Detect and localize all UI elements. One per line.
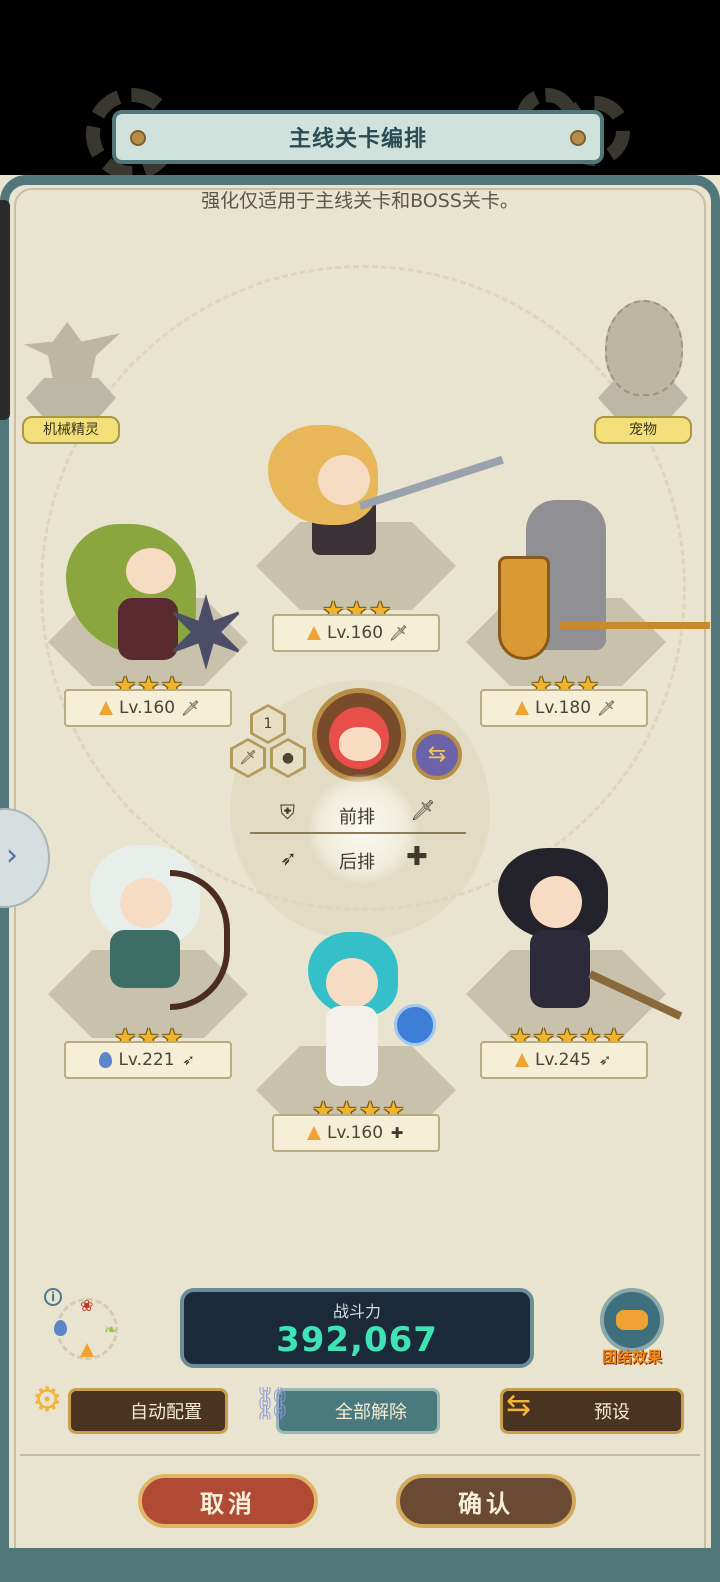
release-all-label: 全部解除 <box>335 1402 407 1423</box>
water-element-icon <box>54 1320 70 1336</box>
auto-configure-label: 自动配置 <box>130 1402 202 1423</box>
shield-row-icon: ⛨ <box>280 800 295 824</box>
swap-arrows-icon: ⇆ <box>506 1388 532 1423</box>
plus-row-icon: ✚ <box>406 842 428 872</box>
sword-role-icon: 🗡 <box>181 699 201 717</box>
hero-face <box>126 548 176 594</box>
hero-level: Lv.160 <box>326 1123 384 1143</box>
water-orb-icon <box>394 1004 436 1046</box>
rivet-icon <box>570 130 586 146</box>
shield-icon <box>498 556 550 660</box>
water-element-icon <box>99 1052 113 1068</box>
front-row-label: 前排 <box>339 807 375 828</box>
mech-slot-base <box>26 378 116 418</box>
bow-role-icon: ➶ <box>598 1051 612 1069</box>
swap-button[interactable]: ⇆ <box>412 730 462 780</box>
hero-level-box: Lv.160 ✚ <box>272 1114 440 1152</box>
bow-role-icon: ➶ <box>182 1051 195 1069</box>
fire-element-icon <box>98 701 113 715</box>
fire-element-icon <box>514 1053 529 1067</box>
hero-level: Lv.180 <box>534 698 592 718</box>
back-row-label: 后排 <box>339 852 375 873</box>
gear-moon-icon: ⚙ <box>32 1380 63 1420</box>
row-divider <box>250 832 466 834</box>
cancel-label: 取消 <box>200 1489 256 1518</box>
hero-level-box: Lv.245 ➶ <box>480 1041 648 1079</box>
hero-level-box: Lv.180 🗡 <box>480 689 648 727</box>
fire-element-icon <box>306 626 321 640</box>
pet-egg-silhouette-icon <box>605 300 683 396</box>
cancel-button[interactable]: 取消 <box>138 1474 318 1528</box>
bottom-band <box>0 1548 720 1582</box>
hero-face <box>530 876 582 928</box>
hero-face <box>318 455 370 505</box>
sword-row-icon: 🗡 <box>410 798 436 822</box>
pet-slot-label: 宠物 <box>594 416 692 444</box>
hero-level: Lv.160 <box>118 698 176 718</box>
fire-element-icon <box>514 701 529 715</box>
combat-power-label: 战斗力 <box>332 1302 381 1321</box>
combat-power-value: 392,067 <box>276 1320 438 1360</box>
side-strip <box>0 200 10 420</box>
spear-icon <box>560 622 710 629</box>
fire-element-icon <box>80 1342 96 1358</box>
mech-slot-label: 机械精灵 <box>22 416 120 444</box>
page-title: 主线关卡编排 <box>288 127 427 152</box>
leader-number: 1 <box>253 707 283 741</box>
dark-element-icon: ❀ <box>80 1296 94 1315</box>
bow-row-icon: ➶ <box>280 846 297 870</box>
swap-arrows-icon: ⇆ <box>427 742 447 767</box>
divider-line <box>20 1454 700 1456</box>
handshake-icon <box>616 1310 648 1330</box>
formation-screen: 主线关卡编排 强化仅适用于主线关卡和BOSS关卡。 机械精灵 宠物 ★ ★ ★ Lv… <box>0 0 720 1582</box>
hero-face <box>326 958 378 1008</box>
info-icon[interactable]: i <box>44 1288 62 1306</box>
confirm-button[interactable]: 确认 <box>396 1474 576 1528</box>
wind-element-icon: ❧ <box>104 1320 118 1339</box>
orb-icon: ● <box>273 741 303 775</box>
release-all-button[interactable]: 全部解除 <box>276 1388 440 1434</box>
team-effect-button[interactable] <box>600 1288 664 1352</box>
fire-element-icon <box>306 1126 321 1140</box>
hero-level: Lv.160 <box>326 623 384 643</box>
hero-sprite <box>118 598 178 660</box>
sword-icon: 🗡 <box>233 741 263 775</box>
hero-face <box>120 878 172 928</box>
title-bar: 主线关卡编排 <box>112 110 604 164</box>
subtitle-note: 强化仅适用于主线关卡和BOSS关卡。 <box>201 190 519 212</box>
hero-sprite <box>326 1006 378 1086</box>
leader-portrait[interactable] <box>312 688 406 782</box>
combat-power-box: 战斗力 392,067 <box>180 1288 534 1368</box>
preset-label: 预设 <box>594 1402 630 1423</box>
hero-sprite <box>530 930 590 1008</box>
rivet-icon <box>130 130 146 146</box>
broken-chain-icon: ⛓ <box>252 1384 293 1422</box>
team-effect-label: 团结效果 <box>601 1348 662 1366</box>
sword-role-icon: 🗡 <box>597 699 617 717</box>
leader-face <box>339 727 381 761</box>
hero-level: Lv.221 <box>118 1050 175 1070</box>
sword-role-icon: 🗡 <box>389 624 409 642</box>
auto-configure-button[interactable]: 自动配置 <box>68 1388 228 1434</box>
chevron-right-icon: › <box>6 838 18 873</box>
plus-role-icon: ✚ <box>390 1124 404 1142</box>
hero-level: Lv.245 <box>534 1050 592 1070</box>
hero-level-box: Lv.160 🗡 <box>272 614 440 652</box>
hero-level-box: Lv.221 ➶ <box>64 1041 232 1079</box>
confirm-label: 确认 <box>458 1489 514 1518</box>
hero-level-box: Lv.160 🗡 <box>64 689 232 727</box>
